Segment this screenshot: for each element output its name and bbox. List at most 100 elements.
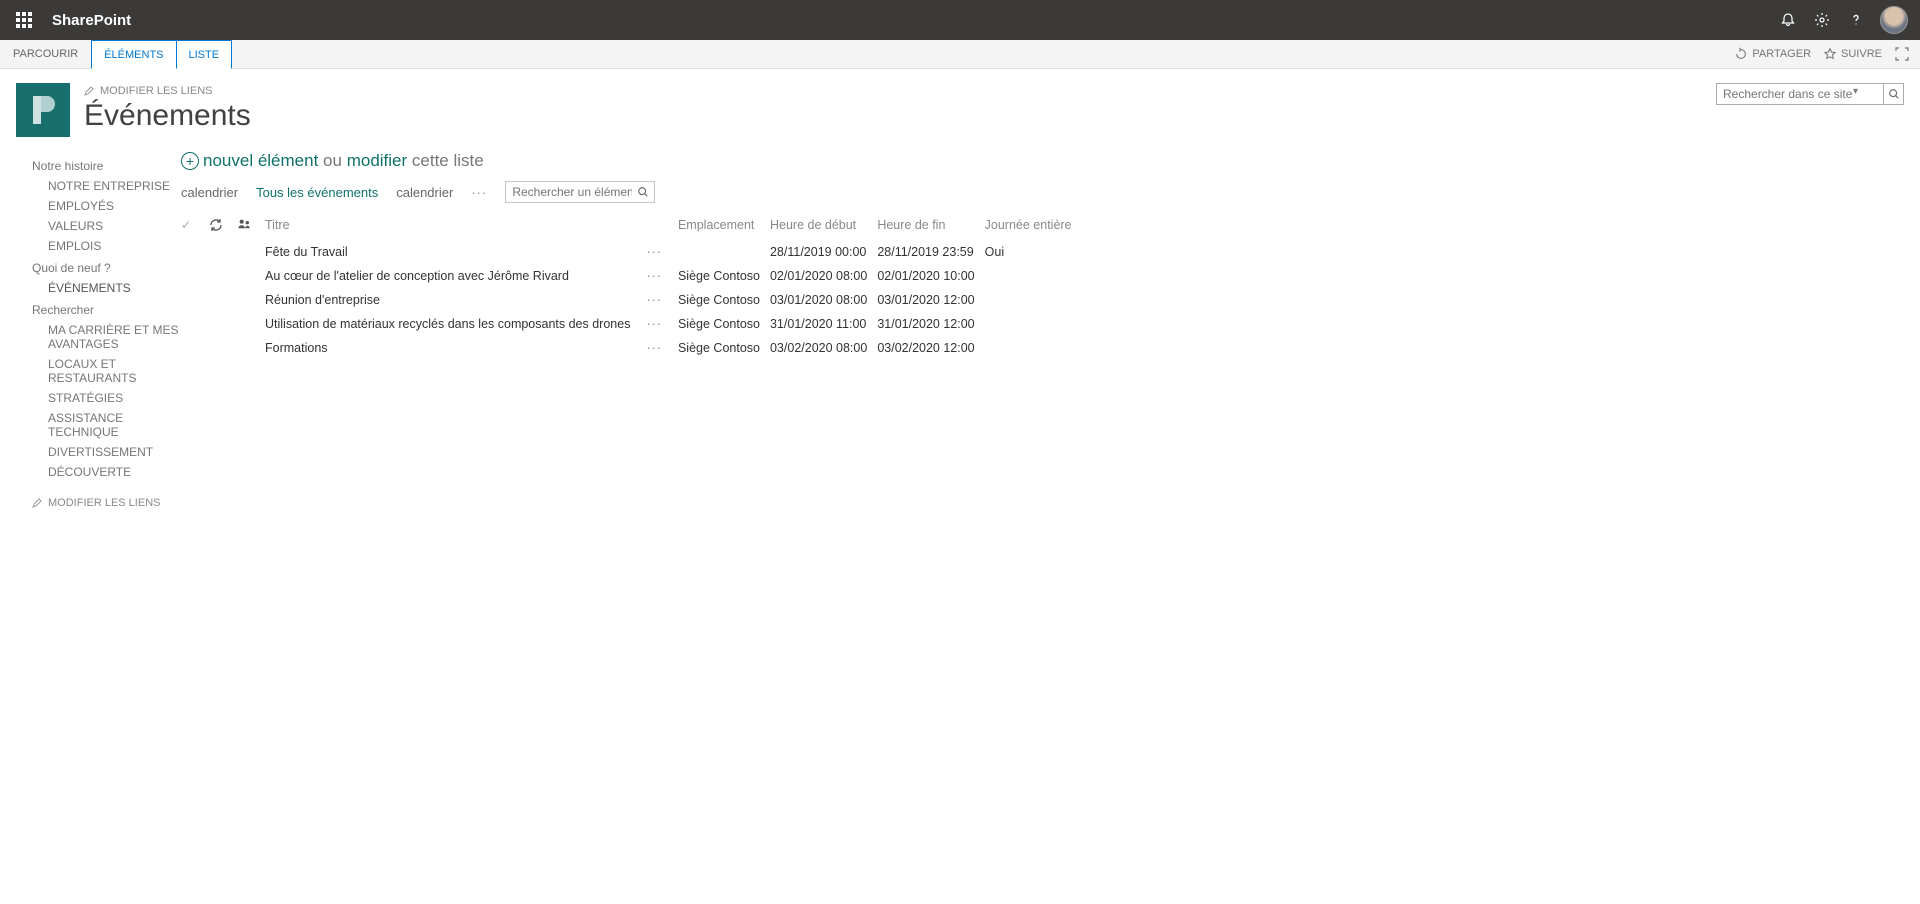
item-menu[interactable]: ··· bbox=[640, 341, 668, 355]
new-item-row: + nouvel élément ou modifier cette liste bbox=[181, 151, 1904, 171]
col-end[interactable]: Heure de fin bbox=[877, 213, 984, 240]
row-start: 31/01/2020 11:00 bbox=[770, 312, 877, 336]
nav-item-valeurs[interactable]: VALEURS bbox=[48, 219, 181, 233]
search-icon bbox=[1888, 88, 1900, 100]
item-menu[interactable]: ··· bbox=[640, 293, 668, 307]
page-title: Événements bbox=[84, 99, 251, 133]
row-title[interactable]: Fête du Travail bbox=[265, 240, 640, 264]
row-title[interactable]: Formations bbox=[265, 336, 640, 360]
row-title[interactable]: Réunion d'entreprise bbox=[265, 288, 640, 312]
ribbon-row: PARCOURIR ÉLÉMENTS LISTE PARTAGER SUIVRE bbox=[0, 40, 1920, 69]
row-start: 03/02/2020 08:00 bbox=[770, 336, 877, 360]
user-avatar[interactable] bbox=[1880, 6, 1908, 34]
app-launcher[interactable] bbox=[0, 0, 48, 40]
share-label: PARTAGER bbox=[1752, 48, 1811, 60]
edit-links-top[interactable]: MODIFIER LES LIENS bbox=[84, 85, 251, 97]
main-area: + nouvel élément ou modifier cette liste… bbox=[181, 137, 1904, 509]
waffle-icon bbox=[16, 12, 32, 28]
view-calendrier-1[interactable]: calendrier bbox=[181, 185, 238, 200]
focus-mode-icon[interactable] bbox=[1894, 46, 1910, 62]
pencil-icon bbox=[32, 498, 42, 508]
site-search-go[interactable] bbox=[1884, 83, 1904, 105]
nav-edit-links[interactable]: MODIFIER LES LIENS bbox=[32, 497, 181, 509]
col-location[interactable]: Emplacement bbox=[678, 213, 770, 240]
settings-icon[interactable] bbox=[1812, 10, 1832, 30]
site-logo[interactable] bbox=[16, 83, 70, 137]
table-row[interactable]: Réunion d'entreprise···Siège Contoso03/0… bbox=[181, 288, 1082, 312]
share-action[interactable]: PARTAGER bbox=[1734, 47, 1811, 61]
item-menu[interactable]: ··· bbox=[640, 269, 668, 283]
nav-item-locaux[interactable]: LOCAUX ET RESTAURANTS bbox=[48, 357, 181, 385]
suite-bar: SharePoint bbox=[0, 0, 1920, 40]
ribbon-tab-items[interactable]: ÉLÉMENTS bbox=[91, 40, 176, 69]
table-row[interactable]: Au cœur de l'atelier de conception avec … bbox=[181, 264, 1082, 288]
new-item-button[interactable]: + nouvel élément bbox=[181, 151, 318, 171]
table-row[interactable]: Fête du Travail···28/11/2019 00:0028/11/… bbox=[181, 240, 1082, 264]
new-item-label: nouvel élément bbox=[203, 151, 318, 171]
views-row: calendrier Tous les événements calendrie… bbox=[181, 181, 1904, 203]
shared-with-icon[interactable] bbox=[237, 217, 255, 232]
row-end: 03/01/2020 12:00 bbox=[877, 288, 984, 312]
views-more[interactable]: ··· bbox=[471, 185, 487, 200]
view-tous-evenements[interactable]: Tous les événements bbox=[256, 185, 378, 200]
col-allday[interactable]: Journée entière bbox=[985, 213, 1082, 240]
help-icon[interactable] bbox=[1846, 10, 1866, 30]
sync-icon[interactable] bbox=[209, 218, 227, 232]
brand-label[interactable]: SharePoint bbox=[52, 12, 131, 29]
row-end: 03/02/2020 12:00 bbox=[877, 336, 984, 360]
row-location bbox=[678, 240, 770, 264]
nav-item-entreprise[interactable]: NOTRE ENTREPRISE bbox=[48, 179, 181, 193]
nav-item-decouverte[interactable]: DÉCOUVERTE bbox=[48, 465, 181, 479]
nav-item-strategies[interactable]: STRATÉGIES bbox=[48, 391, 181, 405]
item-menu[interactable]: ··· bbox=[640, 245, 668, 259]
col-start[interactable]: Heure de début bbox=[770, 213, 877, 240]
nav-item-divertissement[interactable]: DIVERTISSEMENT bbox=[48, 445, 181, 459]
ribbon-tab-list[interactable]: LISTE bbox=[177, 40, 233, 69]
this-list-label: cette liste bbox=[412, 151, 484, 170]
select-all-checkbox[interactable]: ✓ bbox=[181, 218, 191, 232]
view-calendrier-2[interactable]: calendrier bbox=[396, 185, 453, 200]
col-title[interactable]: Titre bbox=[265, 213, 640, 240]
list-search-go[interactable] bbox=[632, 182, 654, 202]
nav-heading-rechercher[interactable]: Rechercher bbox=[32, 303, 181, 317]
events-table: ✓ Titre bbox=[181, 213, 1082, 360]
search-scope-dropdown[interactable]: ▾ bbox=[1853, 86, 1858, 97]
nav-heading-histoire[interactable]: Notre histoire bbox=[32, 159, 181, 173]
edit-list-link[interactable]: modifier bbox=[347, 151, 407, 170]
row-end: 02/01/2020 10:00 bbox=[877, 264, 984, 288]
row-start: 28/11/2019 00:00 bbox=[770, 240, 877, 264]
pencil-icon bbox=[84, 86, 94, 96]
nav-item-assistance[interactable]: ASSISTANCE TECHNIQUE bbox=[48, 411, 181, 439]
row-location: Siège Contoso bbox=[678, 264, 770, 288]
row-start: 02/01/2020 08:00 bbox=[770, 264, 877, 288]
table-row[interactable]: Utilisation de matériaux recyclés dans l… bbox=[181, 312, 1082, 336]
site-search: ▾ bbox=[1716, 83, 1904, 105]
table-row[interactable]: Formations··· Siège Contoso03/02/2020 08:… bbox=[181, 336, 1082, 360]
nav-item-carriere[interactable]: MA CARRIÈRE ET MES AVANTAGES bbox=[48, 323, 181, 351]
nav-item-emplois[interactable]: EMPLOIS bbox=[48, 239, 181, 253]
nav-item-evenements[interactable]: ÉVÉNEMENTS bbox=[48, 281, 181, 295]
notifications-icon[interactable] bbox=[1778, 10, 1798, 30]
row-title[interactable]: Au cœur de l'atelier de conception avec … bbox=[265, 264, 640, 288]
item-menu[interactable]: ··· bbox=[640, 317, 668, 331]
row-allday bbox=[985, 312, 1082, 336]
page-content: MODIFIER LES LIENS Événements ▾ Notre hi… bbox=[0, 69, 1920, 509]
site-search-input[interactable] bbox=[1716, 83, 1884, 105]
ribbon-tab-browse[interactable]: PARCOURIR bbox=[0, 40, 91, 68]
follow-action[interactable]: SUIVRE bbox=[1823, 47, 1882, 61]
nav-heading-quoi[interactable]: Quoi de neuf ? bbox=[32, 261, 181, 275]
left-nav: Notre histoire NOTRE ENTREPRISE EMPLOYÉS… bbox=[16, 137, 181, 509]
row-end: 31/01/2020 12:00 bbox=[877, 312, 984, 336]
nav-item-employes[interactable]: EMPLOYÉS bbox=[48, 199, 181, 213]
share-icon bbox=[1734, 47, 1748, 61]
row-start: 03/01/2020 08:00 bbox=[770, 288, 877, 312]
row-location: Siège Contoso bbox=[678, 288, 770, 312]
list-search bbox=[505, 181, 655, 203]
row-location: Siège Contoso bbox=[678, 336, 770, 360]
edit-links-label: MODIFIER LES LIENS bbox=[100, 85, 212, 97]
row-title[interactable]: Utilisation de matériaux recyclés dans l… bbox=[265, 312, 640, 336]
follow-label: SUIVRE bbox=[1841, 48, 1882, 60]
row-allday: Oui bbox=[985, 240, 1082, 264]
row-location: Siège Contoso bbox=[678, 312, 770, 336]
row-allday bbox=[985, 288, 1082, 312]
